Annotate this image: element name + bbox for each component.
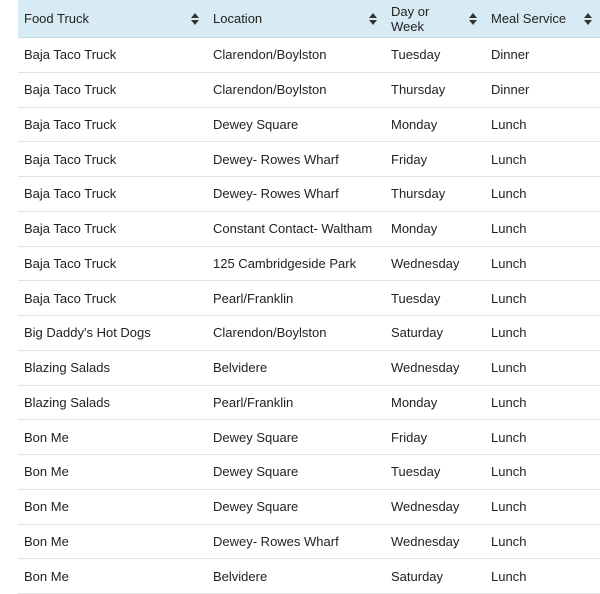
cell-day: Thursday bbox=[385, 176, 485, 212]
cell-location: Dewey Square bbox=[207, 454, 385, 490]
cell-meal-service: Lunch bbox=[485, 141, 600, 177]
column-header-label: Food Truck bbox=[24, 11, 90, 26]
cell-day: Wednesday bbox=[385, 350, 485, 386]
cell-location: Constant Contact- Waltham bbox=[207, 211, 385, 247]
cell-food-truck: Baja Taco Truck bbox=[18, 211, 207, 247]
cell-meal-service: Lunch bbox=[485, 385, 600, 421]
cell-food-truck: Baja Taco Truck bbox=[18, 280, 207, 316]
table-header: Food Truck Location Day or Week Meal Ser… bbox=[18, 0, 600, 38]
cell-day: Friday bbox=[385, 141, 485, 177]
cell-meal-service: Lunch bbox=[485, 107, 600, 143]
column-header-label: Location bbox=[213, 11, 263, 26]
cell-meal-service: Dinner bbox=[485, 37, 600, 73]
cell-day: Saturday bbox=[385, 315, 485, 351]
table-row: Baja Taco Truck Dewey- Rowes Wharf Thursda… bbox=[18, 176, 600, 212]
cell-day: Wednesday bbox=[385, 489, 485, 525]
cell-day: Friday bbox=[385, 419, 485, 455]
cell-food-truck: Blazing Salads bbox=[18, 350, 207, 386]
table-row: Baja Taco Truck Clarendon/Boylston Thursda… bbox=[18, 72, 600, 108]
column-header-day-or-week[interactable]: Day or Week bbox=[385, 0, 485, 38]
cell-meal-service: Lunch bbox=[485, 315, 600, 351]
cell-location: Belvidere bbox=[207, 558, 385, 594]
cell-location: Clarendon/Boylston bbox=[207, 315, 385, 351]
cell-day: Monday bbox=[385, 107, 485, 143]
cell-day: Thursday bbox=[385, 72, 485, 108]
table-row: Bon Me Dewey Square Friday Lunch bbox=[18, 419, 600, 455]
table-row: Baja Taco Truck 125 Cambridgeside Park Wed… bbox=[18, 246, 600, 282]
table-row: Blazing Salads Belvidere Wednesday Lunch bbox=[18, 350, 600, 386]
cell-day: Monday bbox=[385, 385, 485, 421]
cell-location: Clarendon/Boylston bbox=[207, 37, 385, 73]
sort-arrows-icon[interactable] bbox=[584, 12, 592, 25]
cell-food-truck: Baja Taco Truck bbox=[18, 246, 207, 282]
table-row: Blazing Salads Pearl/Franklin Monday Lunch bbox=[18, 385, 600, 421]
column-header-location[interactable]: Location bbox=[207, 0, 385, 38]
cell-location: Dewey- Rowes Wharf bbox=[207, 141, 385, 177]
column-header-label: Day or Week bbox=[391, 3, 430, 34]
cell-food-truck: Bon Me bbox=[18, 524, 207, 560]
cell-meal-service: Lunch bbox=[485, 350, 600, 386]
table-row: Bon Me Dewey- Rowes Wharf Wednesday Lunch bbox=[18, 524, 600, 560]
cell-day: Wednesday bbox=[385, 246, 485, 282]
column-header-label: Meal Service bbox=[491, 11, 567, 26]
cell-location: 125 Cambridgeside Park bbox=[207, 246, 385, 282]
table-row: Baja Taco Truck Pearl/Franklin Tuesday Lunc… bbox=[18, 280, 600, 316]
cell-location: Belvidere bbox=[207, 350, 385, 386]
cell-food-truck: Baja Taco Truck bbox=[18, 141, 207, 177]
cell-day: Tuesday bbox=[385, 280, 485, 316]
cell-meal-service: Lunch bbox=[485, 246, 600, 282]
table-row: Baja Taco Truck Clarendon/Boylston Tuesday… bbox=[18, 37, 600, 73]
food-truck-schedule: Food Truck Location Day or Week Meal Ser… bbox=[18, 0, 600, 594]
cell-day: Saturday bbox=[385, 558, 485, 594]
cell-food-truck: Bon Me bbox=[18, 489, 207, 525]
cell-day: Wednesday bbox=[385, 524, 485, 560]
column-header-meal-service[interactable]: Meal Service bbox=[485, 0, 600, 38]
cell-location: Clarendon/Boylston bbox=[207, 72, 385, 108]
cell-location: Dewey- Rowes Wharf bbox=[207, 176, 385, 212]
cell-location: Dewey Square bbox=[207, 489, 385, 525]
cell-food-truck: Baja Taco Truck bbox=[18, 107, 207, 143]
table-row: Bon Me Dewey Square Tuesday Lunch bbox=[18, 454, 600, 490]
cell-food-truck: Baja Taco Truck bbox=[18, 72, 207, 108]
sort-arrows-icon[interactable] bbox=[369, 12, 377, 25]
schedule-table: Food Truck Location Day or Week Meal Ser… bbox=[18, 0, 600, 594]
cell-meal-service: Lunch bbox=[485, 176, 600, 212]
header-row: Food Truck Location Day or Week Meal Ser… bbox=[18, 0, 600, 38]
cell-day: Tuesday bbox=[385, 37, 485, 73]
cell-day: Monday bbox=[385, 211, 485, 247]
cell-food-truck: Baja Taco Truck bbox=[18, 37, 207, 73]
cell-food-truck: Big Daddy's Hot Dogs bbox=[18, 315, 207, 351]
cell-food-truck: Bon Me bbox=[18, 558, 207, 594]
cell-location: Dewey Square bbox=[207, 107, 385, 143]
sort-arrows-icon[interactable] bbox=[191, 12, 199, 25]
table-body: Baja Taco Truck Clarendon/Boylston Tuesday… bbox=[18, 37, 600, 594]
cell-meal-service: Lunch bbox=[485, 211, 600, 247]
cell-day: Tuesday bbox=[385, 454, 485, 490]
table-row: Baja Taco Truck Dewey Square Monday Lunch bbox=[18, 107, 600, 143]
sort-arrows-icon[interactable] bbox=[469, 12, 477, 25]
cell-location: Dewey Square bbox=[207, 419, 385, 455]
cell-meal-service: Lunch bbox=[485, 454, 600, 490]
cell-location: Pearl/Franklin bbox=[207, 280, 385, 316]
cell-meal-service: Dinner bbox=[485, 72, 600, 108]
cell-food-truck: Blazing Salads bbox=[18, 385, 207, 421]
cell-food-truck: Bon Me bbox=[18, 454, 207, 490]
cell-meal-service: Lunch bbox=[485, 419, 600, 455]
table-row: Bon Me Belvidere Saturday Lunch bbox=[18, 558, 600, 594]
cell-meal-service: Lunch bbox=[485, 524, 600, 560]
cell-meal-service: Lunch bbox=[485, 489, 600, 525]
cell-meal-service: Lunch bbox=[485, 558, 600, 594]
cell-location: Pearl/Franklin bbox=[207, 385, 385, 421]
table-row: Baja Taco Truck Dewey- Rowes Wharf Friday L… bbox=[18, 141, 600, 177]
table-row: Bon Me Dewey Square Wednesday Lunch bbox=[18, 489, 600, 525]
table-row: Big Daddy's Hot Dogs Clarendon/Boylston Sa… bbox=[18, 315, 600, 351]
column-header-food-truck[interactable]: Food Truck bbox=[18, 0, 207, 38]
cell-food-truck: Bon Me bbox=[18, 419, 207, 455]
table-row: Baja Taco Truck Constant Contact- Waltham… bbox=[18, 211, 600, 247]
cell-meal-service: Lunch bbox=[485, 280, 600, 316]
cell-food-truck: Baja Taco Truck bbox=[18, 176, 207, 212]
cell-location: Dewey- Rowes Wharf bbox=[207, 524, 385, 560]
